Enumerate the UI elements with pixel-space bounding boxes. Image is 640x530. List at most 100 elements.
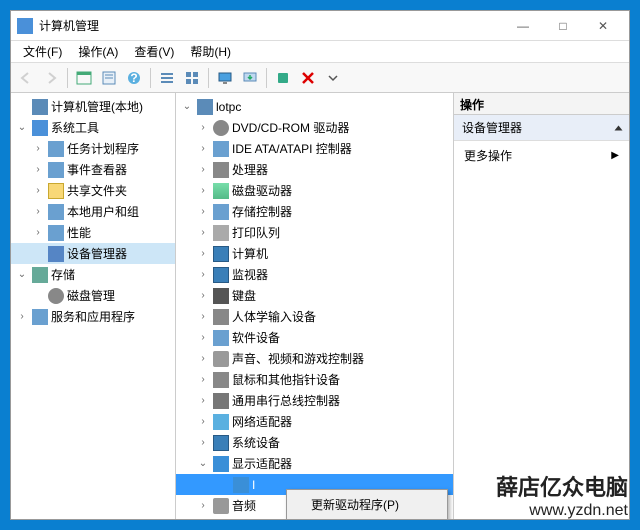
- expand-icon[interactable]: ›: [196, 227, 210, 238]
- drive-icon: [213, 183, 229, 199]
- expand-icon[interactable]: ›: [196, 143, 210, 154]
- action-device-manager[interactable]: 设备管理器: [454, 115, 629, 141]
- expand-icon[interactable]: ›: [196, 311, 210, 322]
- expand-icon[interactable]: ›: [31, 164, 45, 175]
- tree-storage[interactable]: ⌄存储: [11, 264, 175, 285]
- device-sound[interactable]: ›声音、视频和游戏控制器: [176, 348, 453, 369]
- node-label: 软件设备: [232, 329, 280, 346]
- tree-root[interactable]: 计算机管理(本地): [11, 96, 175, 117]
- computer-icon: [32, 99, 48, 115]
- maximize-button[interactable]: □: [543, 12, 583, 40]
- help-button[interactable]: ?: [123, 67, 145, 89]
- menu-action[interactable]: 操作(A): [70, 41, 126, 62]
- tree-system-tools[interactable]: ⌄系统工具: [11, 117, 175, 138]
- device-ide[interactable]: ›IDE ATA/ATAPI 控制器: [176, 138, 453, 159]
- content-area: 计算机管理(本地) ⌄系统工具 ›任务计划程序 ›事件查看器 ›共享文件夹 ›本…: [11, 93, 629, 519]
- device-storage-ctrl[interactable]: ›存储控制器: [176, 201, 453, 222]
- ide-icon: [213, 141, 229, 157]
- show-hide-tree-button[interactable]: [73, 67, 95, 89]
- device-display-adapters[interactable]: ⌄显示适配器: [176, 453, 453, 474]
- device-hid[interactable]: › 人体学输入设备: [176, 306, 453, 327]
- forward-button[interactable]: [40, 67, 62, 89]
- dropdown-button[interactable]: [322, 67, 344, 89]
- expand-icon[interactable]: ›: [196, 500, 210, 511]
- tree-local-users[interactable]: ›本地用户和组: [11, 201, 175, 222]
- back-button[interactable]: [15, 67, 37, 89]
- expand-icon[interactable]: ›: [196, 374, 210, 385]
- device-disk-drives[interactable]: ›磁盘驱动器: [176, 180, 453, 201]
- expand-icon[interactable]: ›: [196, 248, 210, 259]
- ctx-update-driver[interactable]: 更新驱动程序(P): [289, 492, 445, 517]
- tree-disk-management[interactable]: 磁盘管理: [11, 285, 175, 306]
- device-mice[interactable]: ›鼠标和其他指针设备: [176, 369, 453, 390]
- expand-icon[interactable]: ›: [196, 269, 210, 280]
- device-network[interactable]: ›网络适配器: [176, 411, 453, 432]
- properties-button[interactable]: [98, 67, 120, 89]
- expand-icon[interactable]: ›: [196, 437, 210, 448]
- tools-icon: [32, 120, 48, 136]
- collapse-icon[interactable]: ⌄: [15, 269, 29, 280]
- expand-icon[interactable]: ›: [196, 290, 210, 301]
- console-tree[interactable]: 计算机管理(本地) ⌄系统工具 ›任务计划程序 ›事件查看器 ›共享文件夹 ›本…: [11, 93, 176, 519]
- expand-icon[interactable]: ›: [196, 164, 210, 175]
- expand-icon[interactable]: ›: [196, 416, 210, 427]
- collapse-icon[interactable]: ⌄: [196, 458, 210, 469]
- expand-icon[interactable]: ›: [196, 122, 210, 133]
- expand-icon[interactable]: ›: [15, 311, 29, 322]
- node-label: 通用串行总线控制器: [232, 392, 340, 409]
- expand-icon[interactable]: ›: [196, 353, 210, 364]
- close-button[interactable]: ✕: [583, 12, 623, 40]
- expand-icon[interactable]: ›: [196, 206, 210, 217]
- device-cpu[interactable]: ›处理器: [176, 159, 453, 180]
- node-label: 设备管理器: [67, 245, 127, 262]
- folder-icon: [48, 183, 64, 199]
- tree-performance[interactable]: ›性能: [11, 222, 175, 243]
- node-label: I: [252, 478, 255, 492]
- ctx-disable-device[interactable]: 禁用设备(D): [289, 517, 445, 519]
- menu-help[interactable]: 帮助(H): [182, 41, 239, 62]
- collapse-icon[interactable]: ⌄: [15, 122, 29, 133]
- device-system[interactable]: ›系统设备: [176, 432, 453, 453]
- view-list-button[interactable]: [156, 67, 178, 89]
- device-software[interactable]: › 软件设备: [176, 327, 453, 348]
- uninstall-button[interactable]: [272, 67, 294, 89]
- expand-icon[interactable]: ›: [31, 143, 45, 154]
- device-usb[interactable]: › 通用串行总线控制器: [176, 390, 453, 411]
- action-more[interactable]: 更多操作 ▶: [454, 141, 629, 170]
- audio-icon: [213, 498, 229, 514]
- menubar: 文件(F) 操作(A) 查看(V) 帮助(H): [11, 41, 629, 63]
- view-details-button[interactable]: [181, 67, 203, 89]
- device-keyboards[interactable]: ›键盘: [176, 285, 453, 306]
- device-dvd[interactable]: ›DVD/CD-ROM 驱动器: [176, 117, 453, 138]
- device-monitors[interactable]: ›监视器: [176, 264, 453, 285]
- menu-view[interactable]: 查看(V): [126, 41, 182, 62]
- uninstall-icon: [275, 70, 291, 86]
- device-print-queue[interactable]: ›打印队列: [176, 222, 453, 243]
- update-driver-button[interactable]: [239, 67, 261, 89]
- device-host[interactable]: ⌄lotpc: [176, 96, 453, 117]
- expand-icon[interactable]: ›: [196, 395, 210, 406]
- expand-icon[interactable]: ›: [31, 185, 45, 196]
- expand-icon[interactable]: ›: [31, 206, 45, 217]
- tree-device-manager[interactable]: 设备管理器: [11, 243, 175, 264]
- tree-services[interactable]: ›服务和应用程序: [11, 306, 175, 327]
- dvd-icon: [213, 120, 229, 136]
- menu-file[interactable]: 文件(F): [15, 41, 70, 62]
- expand-icon[interactable]: ›: [31, 227, 45, 238]
- node-label: 人体学输入设备: [232, 308, 316, 325]
- details-icon: [184, 70, 200, 86]
- scan-hardware-button[interactable]: [214, 67, 236, 89]
- tree-shared-folders[interactable]: ›共享文件夹: [11, 180, 175, 201]
- device-tree[interactable]: ⌄lotpc ›DVD/CD-ROM 驱动器 ›IDE ATA/ATAPI 控制…: [176, 93, 454, 519]
- device-computer[interactable]: ›计算机: [176, 243, 453, 264]
- computer-management-window: 计算机管理 — □ ✕ 文件(F) 操作(A) 查看(V) 帮助(H) ?: [10, 10, 630, 520]
- expand-icon[interactable]: ›: [196, 332, 210, 343]
- monitor-icon: [217, 70, 233, 86]
- tree-event-viewer[interactable]: ›事件查看器: [11, 159, 175, 180]
- expand-icon[interactable]: ›: [196, 185, 210, 196]
- collapse-icon[interactable]: ⌄: [180, 101, 194, 112]
- titlebar[interactable]: 计算机管理 — □ ✕: [11, 11, 629, 41]
- disable-button[interactable]: [297, 67, 319, 89]
- minimize-button[interactable]: —: [503, 12, 543, 40]
- tree-task-scheduler[interactable]: ›任务计划程序: [11, 138, 175, 159]
